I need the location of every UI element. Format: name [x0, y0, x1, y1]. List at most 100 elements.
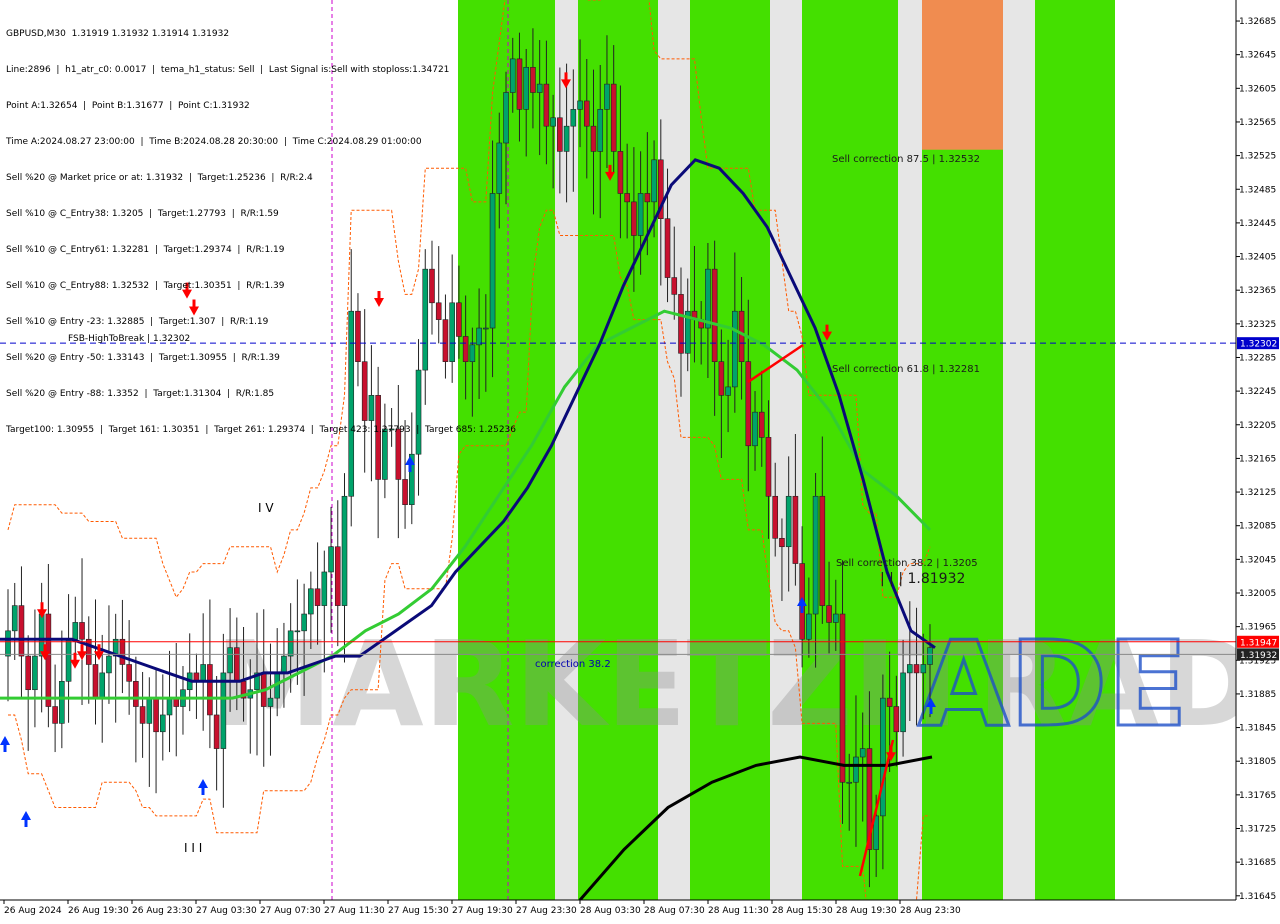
- time-zone: [1003, 0, 1035, 900]
- candle-body: [920, 664, 927, 674]
- candle-body: [577, 100, 583, 110]
- chart-root: MARKETZITRADE ADE FSB-HighToBreak | 1.323…: [0, 0, 1280, 924]
- x-tick-label: 26 Aug 2024: [4, 906, 62, 916]
- x-tick-label: 28 Aug 15:30: [772, 906, 833, 916]
- current-price-note: | | | 1.81932: [880, 571, 965, 587]
- candle-body: [267, 697, 274, 707]
- candle-body: [119, 638, 126, 665]
- candle-body: [200, 664, 206, 682]
- x-tick-label: 28 Aug 19:30: [836, 906, 897, 916]
- x-tick-label: 27 Aug 11:30: [324, 906, 385, 916]
- candle-body: [334, 546, 341, 606]
- y-tick-label: 1.32125: [1239, 488, 1276, 498]
- candle-body: [227, 647, 233, 674]
- candle-body: [806, 613, 812, 640]
- symbol-line: GBPUSD,M30 1.31919 1.31932 1.31914 1.319…: [6, 29, 230, 39]
- time-zone: [898, 0, 922, 900]
- info-line: Sell %10 @ C_Entry88: 1.32532 | Target:1…: [6, 281, 285, 291]
- candle-body: [166, 697, 173, 716]
- y-tick-label: 1.32365: [1239, 286, 1276, 296]
- candle-body: [153, 697, 159, 733]
- candle-body: [106, 655, 112, 674]
- y-tick-label: 1.32245: [1239, 387, 1276, 397]
- x-tick-label: 28 Aug 23:30: [900, 906, 961, 916]
- candle-body: [25, 655, 31, 691]
- candle-body: [711, 268, 718, 362]
- candle-body: [880, 697, 886, 817]
- candle-body: [772, 495, 779, 539]
- candle-body: [624, 193, 630, 203]
- candle-body: [590, 125, 597, 152]
- candle-body: [5, 630, 11, 657]
- y-tick-label: 1.31685: [1239, 858, 1276, 868]
- candle-body: [159, 714, 166, 733]
- candle-body: [523, 66, 530, 110]
- candle-body: [341, 495, 348, 606]
- candle-body: [637, 193, 644, 236]
- candle-body: [79, 622, 85, 640]
- y-tick-label: 1.32605: [1239, 84, 1276, 94]
- candle-body: [832, 613, 839, 623]
- y-tick-label: 1.31645: [1239, 892, 1276, 902]
- candle-body: [563, 125, 570, 152]
- y-tick-label: 1.32405: [1239, 253, 1276, 263]
- y-tick-label: 1.32685: [1239, 17, 1276, 27]
- candle-body: [758, 411, 765, 438]
- candle-body: [604, 83, 610, 110]
- sell-correction-zone: [922, 0, 1003, 150]
- x-tick-label: 28 Aug 11:30: [708, 906, 769, 916]
- candle-body: [745, 361, 752, 447]
- candle-body: [287, 630, 294, 657]
- x-tick-label: 27 Aug 15:30: [388, 906, 449, 916]
- info-line: Sell %20 @ Market price or at: 1.31932 |…: [6, 173, 313, 183]
- candle-body: [314, 588, 321, 606]
- candle-body: [839, 613, 846, 783]
- time-zone: [658, 0, 690, 900]
- info-line: Time A:2024.08.27 23:00:00 | Time B:2024…: [6, 137, 422, 147]
- candle-body: [32, 655, 38, 691]
- candle-body: [886, 697, 893, 707]
- y-tick-label: 1.31725: [1239, 825, 1276, 835]
- candle-body: [294, 630, 301, 633]
- candle-body: [530, 66, 536, 93]
- info-panel: GBPUSD,M30 1.31919 1.31932 1.31914 1.319…: [6, 4, 516, 460]
- candle-body: [550, 117, 556, 127]
- candle-body: [678, 294, 684, 354]
- candle-body: [536, 83, 543, 93]
- candle-body: [328, 546, 334, 573]
- candle-body: [644, 193, 651, 203]
- y-tick-label: 1.32165: [1239, 454, 1276, 464]
- x-tick-label: 28 Aug 03:30: [580, 906, 641, 916]
- y-tick-label: 1.32525: [1239, 152, 1276, 162]
- candle-body: [99, 672, 106, 699]
- time-zone: [578, 0, 658, 900]
- candle-body: [853, 756, 859, 783]
- y-tick-label: 1.32565: [1239, 118, 1276, 128]
- candle-body: [725, 386, 731, 396]
- candle-body: [859, 748, 866, 758]
- current-price-tag: 1.31932: [1240, 651, 1277, 661]
- y-tick-label: 1.32485: [1239, 185, 1276, 195]
- candle-body: [543, 83, 550, 127]
- watermark-accent: ADE: [918, 615, 1188, 753]
- candle-body: [92, 664, 99, 699]
- candle-body: [133, 681, 139, 707]
- sell-correction-382-label: Sell correction 38.2 | 1.3205: [836, 558, 978, 569]
- sell-correction-875-label: Sell correction 87.5 | 1.32532: [832, 154, 980, 165]
- candle-body: [732, 310, 738, 388]
- y-tick-label: 1.31965: [1239, 623, 1276, 633]
- candle-body: [631, 201, 637, 236]
- candle-body: [38, 613, 45, 657]
- x-tick-label: 26 Aug 19:30: [68, 906, 129, 916]
- candle-body: [927, 647, 933, 665]
- x-tick-label: 28 Aug 07:30: [644, 906, 705, 916]
- info-line: Sell %10 @ C_Entry38: 1.3205 | Target:1.…: [6, 209, 279, 219]
- candle-body: [570, 109, 577, 127]
- y-tick-label: 1.32325: [1239, 320, 1276, 330]
- candle-body: [516, 58, 523, 110]
- y-tick-label: 1.32085: [1239, 522, 1276, 532]
- y-tick-label: 1.31765: [1239, 791, 1276, 801]
- candle-body: [52, 706, 58, 724]
- candle-body: [846, 781, 853, 784]
- y-tick-label: 1.32285: [1239, 353, 1276, 363]
